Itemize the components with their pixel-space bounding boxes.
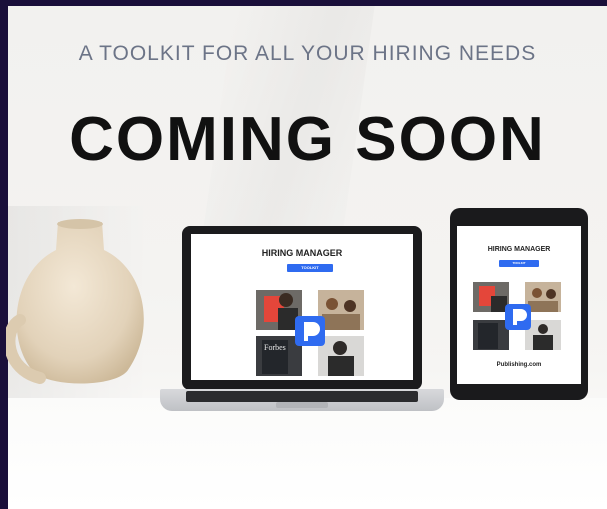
- laptop-screen: HIRING MANAGER TOOLKIT Forbes: [191, 234, 413, 380]
- photo-person-reading: [473, 282, 509, 312]
- tabletop: [8, 398, 607, 509]
- p-logo-icon: [505, 304, 531, 330]
- publishing-label: Publishing.com: [496, 362, 542, 368]
- subtitle: A TOOLKIT FOR ALL YOUR HIRING NEEDS: [78, 42, 537, 65]
- tablet-toolkit-button[interactable]: TOOLKIT: [499, 260, 539, 267]
- laptop-toolkit-button[interactable]: TOOLKIT: [287, 264, 333, 272]
- laptop-screen-title: HIRING MANAGER: [261, 248, 343, 258]
- tablet-screen-title: HIRING MANAGER: [487, 246, 551, 253]
- laptop-keyboard: [186, 391, 418, 402]
- vase-image: [6, 219, 144, 384]
- svg-text:Forbes: Forbes: [264, 343, 286, 352]
- photo-forbes-magazine: [473, 320, 509, 350]
- tablet-screen: HIRING MANAGER TOOLKIT Publishing.com: [457, 226, 581, 384]
- p-logo-icon: [295, 316, 325, 346]
- laptop-trackpad: [276, 402, 328, 408]
- headline: COMING SOON: [69, 105, 546, 174]
